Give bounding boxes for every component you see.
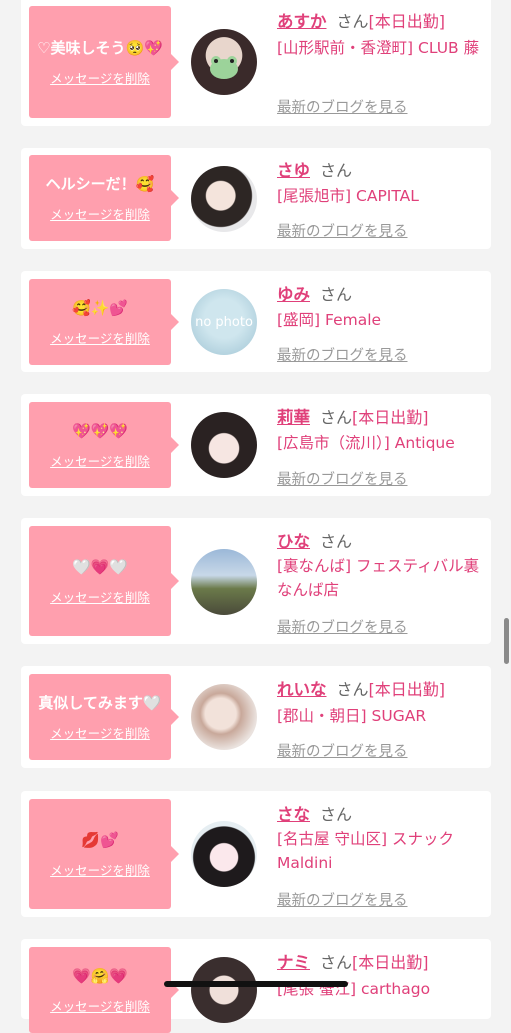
home-indicator[interactable]	[164, 981, 348, 987]
message-bubble: 🥰✨💕 メッセージを削除	[29, 279, 179, 365]
name-line: さな さん	[277, 801, 352, 825]
honorific: さん	[320, 161, 353, 180]
shop-name[interactable]: [名古屋 守山区] スナック Maldini	[277, 827, 487, 875]
latest-blog-link[interactable]: 最新のブログを見る	[277, 889, 408, 910]
message-text: ヘルシーだ！🥰	[45, 174, 155, 193]
delete-message-link[interactable]: メッセージを削除	[50, 996, 150, 1015]
cast-name-link[interactable]: れいな	[277, 680, 327, 699]
list-item: 🥰✨💕 メッセージを削除 no photo ゆみ さん [盛岡] Female 最…	[21, 271, 491, 372]
attendance-badge: [本日出勤]	[368, 12, 446, 31]
message-text: 💖💖💖	[71, 421, 129, 440]
honorific: さん	[320, 953, 353, 972]
name-line: ゆみ さん	[277, 281, 352, 305]
message-text: 🤍💗🤍	[71, 557, 129, 576]
honorific: さん	[320, 285, 353, 304]
honorific: さん	[320, 532, 353, 551]
shop-name[interactable]: [広島市（流川）] Antique	[277, 431, 487, 455]
avatar[interactable]	[191, 166, 257, 232]
no-photo-label: no photo	[195, 314, 253, 330]
delete-message-link[interactable]: メッセージを削除	[50, 68, 150, 87]
delete-message-link[interactable]: メッセージを削除	[50, 587, 150, 606]
cast-name-link[interactable]: あすか	[277, 12, 327, 31]
message-bubble: 💋💕 メッセージを削除	[29, 799, 179, 909]
list-item: 真似してみます🤍 メッセージを削除 れいな さん[本日出勤] [郡山・朝日] SU…	[21, 666, 491, 768]
avatar[interactable]	[191, 684, 257, 750]
cast-name-link[interactable]: さゆ	[277, 161, 310, 180]
latest-blog-link[interactable]: 最新のブログを見る	[277, 96, 408, 117]
list-item: 🤍💗🤍 メッセージを削除 ひな さん [裏なんば] フェスティバル裏なんば店 最新…	[21, 518, 491, 644]
list-item: 💗🤗💗 メッセージを削除 ナミ さん[本日出勤] [尾張 蟹江] carthago	[21, 939, 491, 1033]
honorific: さん	[336, 680, 369, 699]
avatar[interactable]: no photo	[191, 289, 257, 355]
attendance-badge: [本日出勤]	[352, 953, 429, 972]
delete-message-link[interactable]: メッセージを削除	[50, 723, 150, 742]
honorific: さん	[336, 12, 369, 31]
message-text: 💋💕	[81, 830, 119, 849]
attendance-badge: [本日出勤]	[352, 408, 429, 427]
shop-name[interactable]: [山形駅前・香澄町] CLUB 藤	[277, 36, 487, 60]
avatar[interactable]	[191, 821, 257, 887]
shop-name[interactable]: [郡山・朝日] SUGAR	[277, 704, 487, 728]
avatar[interactable]	[191, 412, 257, 478]
latest-blog-link[interactable]: 最新のブログを見る	[277, 220, 408, 241]
list-item: 💋💕 メッセージを削除 さな さん [名古屋 守山区] スナック Maldini …	[21, 791, 491, 917]
honorific: さん	[320, 408, 353, 427]
cast-name-link[interactable]: 莉華	[277, 408, 310, 427]
name-line: れいな さん[本日出勤]	[277, 676, 445, 700]
name-line: ひな さん	[277, 528, 352, 552]
cast-name-link[interactable]: ナミ	[277, 953, 310, 972]
cast-name-link[interactable]: さな	[277, 805, 310, 824]
message-bubble: 💖💖💖 メッセージを削除	[29, 402, 179, 488]
list-item: ♡美味しそう🥺💖 メッセージを削除 あすか さん[本日出勤] [山形駅前・香澄町]…	[21, 0, 491, 126]
shop-name[interactable]: [裏なんば] フェスティバル裏なんば店	[277, 554, 487, 602]
cast-name-link[interactable]: ゆみ	[277, 285, 310, 304]
message-text: ♡美味しそう🥺💖	[37, 38, 163, 57]
shop-name[interactable]: [盛岡] Female	[277, 308, 487, 332]
avatar[interactable]	[191, 957, 257, 1023]
cast-name-link[interactable]: ひな	[277, 532, 310, 551]
honorific: さん	[320, 805, 353, 824]
message-bubble: 真似してみます🤍 メッセージを削除	[29, 674, 179, 760]
name-line: さゆ さん	[277, 157, 352, 181]
message-bubble: ♡美味しそう🥺💖 メッセージを削除	[29, 6, 179, 118]
message-text: 🥰✨💕	[71, 298, 129, 317]
delete-message-link[interactable]: メッセージを削除	[50, 328, 150, 347]
message-bubble: 🤍💗🤍 メッセージを削除	[29, 526, 179, 636]
message-bubble: 💗🤗💗 メッセージを削除	[29, 947, 179, 1033]
name-line: 莉華 さん[本日出勤]	[277, 404, 429, 428]
avatar[interactable]	[191, 549, 257, 615]
frog-mask-icon	[210, 56, 238, 79]
message-text: 真似してみます🤍	[38, 693, 162, 712]
avatar[interactable]	[191, 29, 257, 95]
scrollbar-thumb[interactable]	[504, 618, 509, 664]
latest-blog-link[interactable]: 最新のブログを見る	[277, 344, 408, 365]
delete-message-link[interactable]: メッセージを削除	[50, 860, 150, 879]
latest-blog-link[interactable]: 最新のブログを見る	[277, 468, 408, 489]
name-line: ナミ さん[本日出勤]	[277, 949, 429, 973]
shop-name[interactable]: [尾張旭市] CAPITAL	[277, 184, 487, 208]
name-line: あすか さん[本日出勤]	[277, 8, 445, 32]
list-item: ヘルシーだ！🥰 メッセージを削除 さゆ さん [尾張旭市] CAPITAL 最新の…	[21, 148, 491, 249]
message-bubble: ヘルシーだ！🥰 メッセージを削除	[29, 155, 179, 241]
delete-message-link[interactable]: メッセージを削除	[50, 204, 150, 223]
message-text: 💗🤗💗	[71, 966, 129, 985]
delete-message-link[interactable]: メッセージを削除	[50, 451, 150, 470]
attendance-badge: [本日出勤]	[368, 680, 446, 699]
latest-blog-link[interactable]: 最新のブログを見る	[277, 616, 408, 637]
list-item: 💖💖💖 メッセージを削除 莉華 さん[本日出勤] [広島市（流川）] Antiqu…	[21, 394, 491, 496]
latest-blog-link[interactable]: 最新のブログを見る	[277, 740, 408, 761]
